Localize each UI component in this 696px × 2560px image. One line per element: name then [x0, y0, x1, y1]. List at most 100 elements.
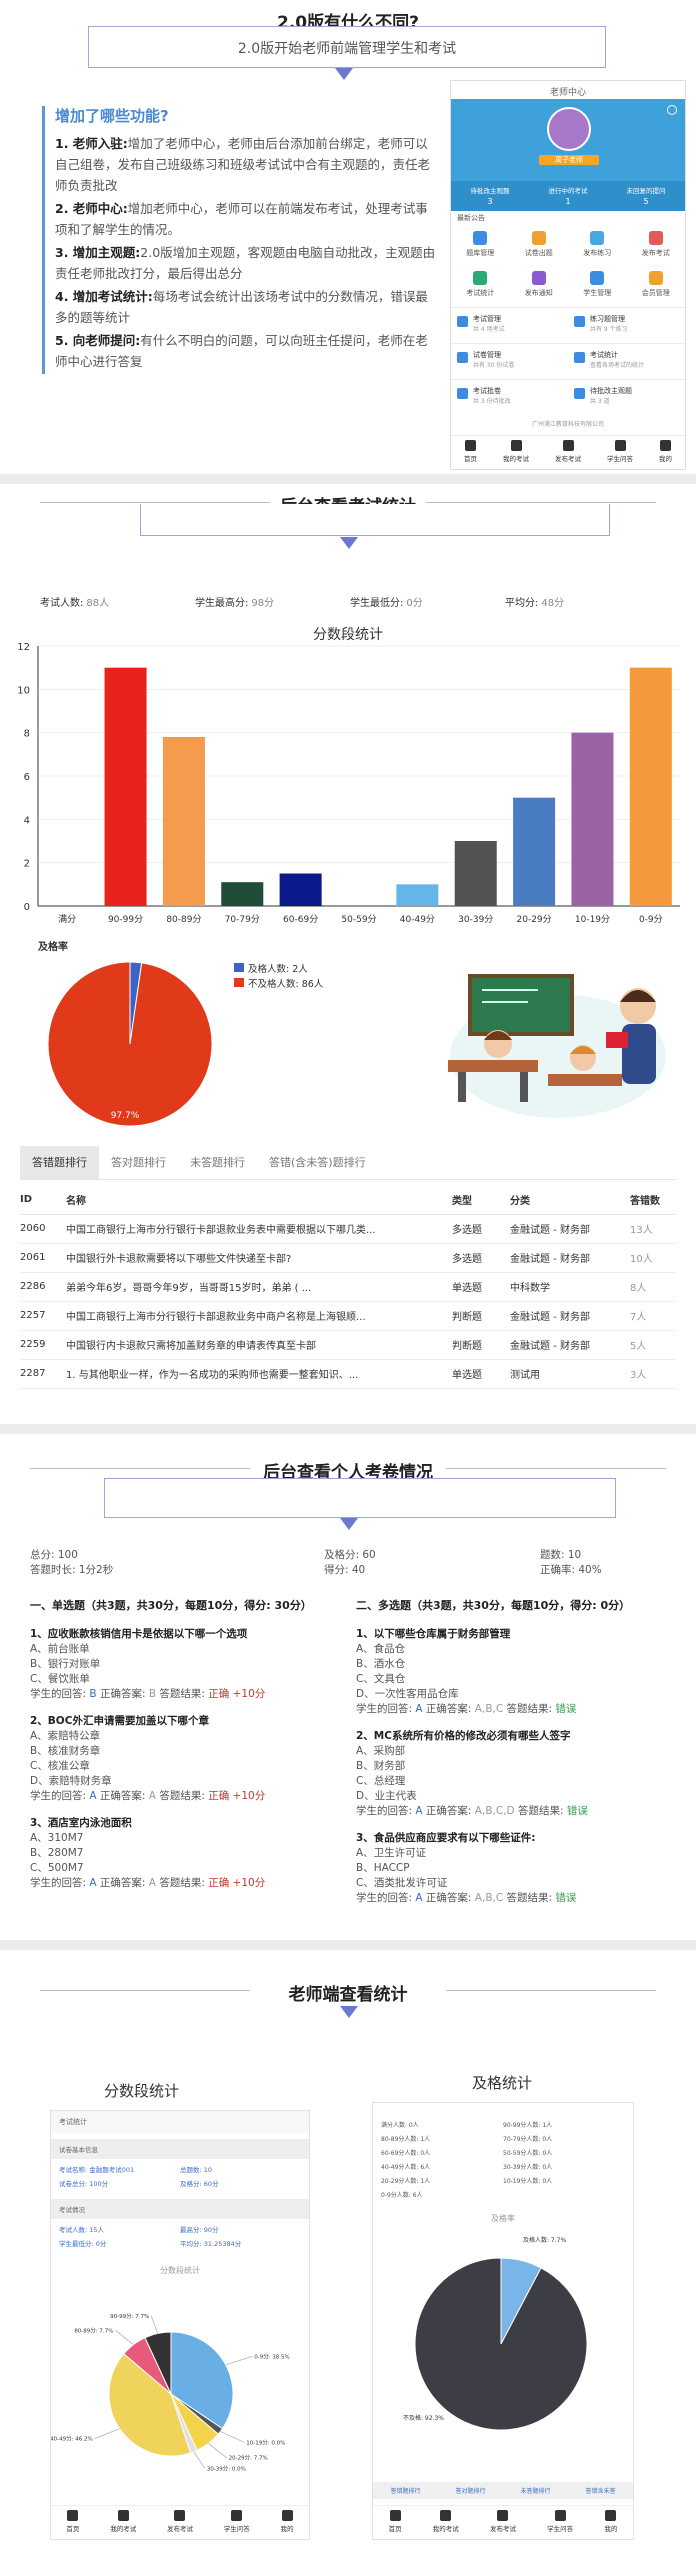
nav-item[interactable]: 我的: [604, 2506, 617, 2539]
grid-item[interactable]: 发布考试: [627, 227, 686, 267]
grid-item[interactable]: 题库管理: [451, 227, 510, 267]
x-tick-label: 40-49分: [400, 914, 435, 925]
x-tick-label: 10-19分: [575, 914, 610, 925]
list-icon: [457, 316, 468, 327]
phone-list: 考试管理共 4 场考试 练习题管理 共有 9 个练习 试卷管理 共有 30 份试卷 考试统…: [451, 307, 685, 415]
legend-item: 不及格人数: 86人: [234, 977, 323, 992]
grid-item[interactable]: 发布通知: [510, 267, 569, 307]
grid-icon: [531, 271, 546, 285]
nav-item[interactable]: 我的考试: [503, 436, 529, 469]
list-item[interactable]: 练习题管理 共有 9 个练习: [568, 307, 685, 343]
table-cell: 多选题: [452, 1214, 510, 1244]
bar: [513, 797, 556, 906]
table-cell: 单选题: [452, 1359, 510, 1389]
list-item[interactable]: 考试管理共 4 场考试: [451, 307, 568, 343]
table-cell: 金融试题 - 财务部: [510, 1214, 630, 1244]
table-row[interactable]: 2259 中国银行内卡退款只需将加盖财务章的申请表传真至卡部 判断题 金融试题 - 财…: [20, 1330, 676, 1360]
avatar: [547, 107, 591, 151]
bar: [629, 667, 672, 906]
nav-item[interactable]: 发布考试: [555, 436, 581, 469]
nav-item[interactable]: 学生问答: [224, 2506, 250, 2539]
mini-tab[interactable]: 未答题排行: [520, 2486, 550, 2495]
count-item: 0-9分人数: 6人: [381, 2192, 423, 2199]
section1-arrow: [335, 68, 353, 80]
tab[interactable]: 答错(含未答)题排行: [257, 1146, 378, 1179]
separator: [0, 1940, 696, 1950]
grid-item[interactable]: 发布练习: [568, 227, 627, 267]
table-cell: 金融试题 - 财务部: [510, 1330, 630, 1360]
grid-item[interactable]: 学生管理: [568, 267, 627, 307]
stat-cell[interactable]: 未回复的提问 5: [607, 181, 685, 211]
stat-label: 未回复的提问: [626, 187, 666, 195]
list-item[interactable]: 考试批卷共 3 份待批改: [451, 379, 568, 415]
exam-summary: 考试人数: 88人 学生最高分: 98分 学生最低分: 0分 平均分: 48分: [40, 594, 660, 609]
list-item[interactable]: 待批改主观题共 3 道: [568, 379, 685, 415]
question-title: 3、酒店室内泳池面积: [30, 1817, 132, 1829]
tab[interactable]: 未答题排行: [178, 1146, 257, 1179]
info-item: 总题数: 10: [180, 2166, 213, 2174]
nav-item[interactable]: 首页: [389, 2506, 402, 2539]
nav-item[interactable]: 我的考试: [433, 2506, 459, 2539]
grid-icon: [473, 231, 488, 245]
stats-header: 考试统计: [51, 2111, 309, 2133]
grid-item[interactable]: 考试统计: [451, 267, 510, 307]
nav-item[interactable]: 首页: [66, 2506, 79, 2539]
nav-item[interactable]: 学生问答: [607, 436, 633, 469]
pass-pie-legend: 及格人数: 2人 不及格人数: 86人: [234, 962, 323, 992]
answer-label: 学生的回答:: [356, 1805, 416, 1817]
ranking-table: ID 名称 类型 分类 答错数 2060 中国工商银行上海市分行银行卡部退款业务表中需要根据…: [20, 1186, 676, 1389]
settings-icon[interactable]: [667, 105, 677, 115]
table-row[interactable]: 2286 弟弟今年6岁，哥哥今年9岁，当哥哥15岁时，弟弟 ( ... 单选题 中科数…: [20, 1272, 676, 1302]
tab[interactable]: 答对题排行: [99, 1146, 178, 1179]
nav-item[interactable]: 发布考试: [167, 2506, 193, 2539]
table-row[interactable]: 2257 中国工商银行上海市分行银行卡部退款业务中商户名称是上海银顺... 判断题金…: [20, 1301, 676, 1331]
table-cell: 中国工商银行上海市分行银行卡部退款业务中商户名称是上海银顺...: [66, 1301, 452, 1331]
grid-item[interactable]: 会员管理: [627, 267, 686, 307]
grid-label: 试卷出题: [524, 249, 553, 257]
pie-leader: [220, 2431, 245, 2443]
stat-cell[interactable]: 待批改主观题 3: [451, 181, 529, 211]
stat-value: 1: [565, 197, 571, 206]
answer-row: 学生的回答: A 正确答案: A,B,C 答题结果: 错误: [356, 1891, 676, 1906]
paper-summary-item: 得分: 40: [324, 1564, 366, 1576]
table-cell: 13人: [630, 1214, 676, 1244]
grid-label: 学生管理: [583, 289, 612, 297]
table-row[interactable]: 2060 中国工商银行上海市分行银行卡部退款业务表中需要根据以下哪几类... 多选题…: [20, 1214, 676, 1244]
score-count-grid: 满分人数: 0人 90-99分人数: 1人 80-89分人数: 1人 70-79分人数…: [373, 2103, 633, 2207]
nav-item[interactable]: 首页: [464, 436, 477, 469]
answer-result: 正确: [208, 1688, 230, 1700]
nav-item[interactable]: 学生问答: [547, 2506, 573, 2539]
answer-result: 错误: [555, 1892, 577, 1904]
question-title: 3、食品供应商应要求有以下哪些证件:: [356, 1832, 536, 1844]
pie-leader: [150, 2315, 158, 2334]
nav-item[interactable]: 我的: [281, 2506, 294, 2539]
answer-label: 学生的回答:: [30, 1790, 90, 1802]
table-row[interactable]: 2061 中国银行外卡退款需要将以下哪些文件快递至卡部? 多选题 金融试题 - 财务部…: [20, 1243, 676, 1273]
pie-leader: [225, 2356, 253, 2366]
summary-label: 平均分:: [505, 598, 539, 609]
nav-item[interactable]: 我的: [659, 436, 672, 469]
table-row[interactable]: 2287 1. 与其他职业一样，作为一名成功的采购师也需要一整套知识、... 单选题…: [20, 1359, 676, 1389]
question-option: A、采购部: [356, 1745, 406, 1757]
answer-label: 正确答案:: [96, 1877, 149, 1889]
table-cell: 7人: [630, 1301, 676, 1331]
question-section-title: 二、多选题（共3题，共30分，每题10分，得分: 0分）: [356, 1599, 631, 1612]
nav-item[interactable]: 我的考试: [110, 2506, 136, 2539]
list-item[interactable]: 考试统计 查看各场考试的统计: [568, 343, 685, 379]
nav-item[interactable]: 发布考试: [490, 2506, 516, 2539]
grid-label: 题库管理: [466, 249, 495, 257]
grid-item[interactable]: 试卷出题: [510, 227, 569, 267]
pass-mini-title: 及格率: [491, 2214, 515, 2223]
pie-leader: [208, 2443, 227, 2458]
count-item: 20-29分人数: 1人: [381, 2178, 431, 2185]
mini-tab[interactable]: 答对题排行: [455, 2486, 485, 2495]
tab[interactable]: 答错题排行: [20, 1146, 99, 1179]
answer-row: 学生的回答: A 正确答案: A,B,C,D 答题结果: 错误: [356, 1804, 676, 1819]
table-cell: 中国银行外卡退款需要将以下哪些文件快递至卡部?: [66, 1243, 452, 1273]
stat-cell[interactable]: 进行中的考试 1: [529, 181, 607, 211]
nav-label: 首页: [464, 455, 477, 463]
list-desc: 查看各场考试的统计: [590, 362, 645, 369]
list-item[interactable]: 试卷管理 共有 30 份试卷: [451, 343, 568, 379]
mini-tab[interactable]: 答错题排行: [390, 2486, 420, 2495]
mini-tab[interactable]: 答错含未答: [585, 2486, 615, 2495]
